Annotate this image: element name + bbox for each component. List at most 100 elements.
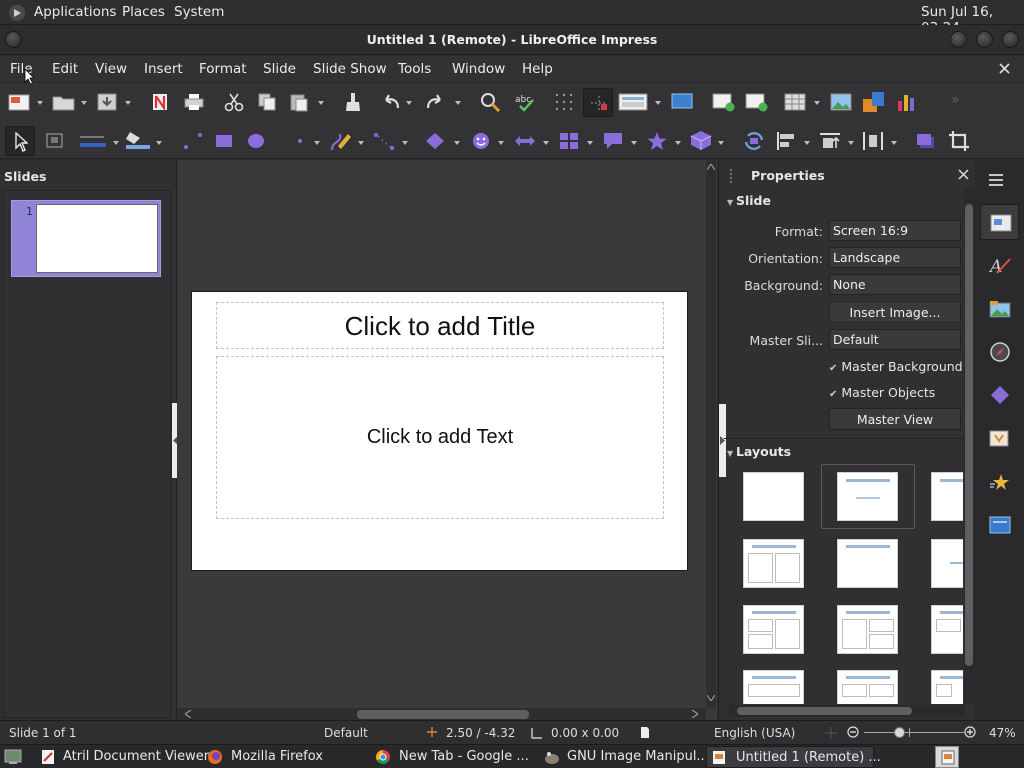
connectors-dropdown-icon[interactable] [402, 141, 408, 145]
3d-dropdown-icon[interactable] [718, 141, 724, 145]
flowchart-dropdown-icon[interactable] [587, 141, 593, 145]
layouts-section-header[interactable]: ▼ Layouts [727, 444, 791, 459]
save-dropdown-icon[interactable] [125, 101, 131, 105]
scroll-right-icon[interactable] [692, 710, 698, 718]
master-objects-checkbox[interactable]: ✔ Master Objects [829, 385, 935, 400]
layout-title-6-content[interactable] [931, 670, 963, 704]
vertical-scrollbar[interactable] [706, 160, 716, 708]
curves-dropdown-icon[interactable] [358, 141, 364, 145]
table-dropdown-icon[interactable] [814, 101, 820, 105]
menu-slide[interactable]: Slide [263, 61, 296, 77]
shadow-icon[interactable] [915, 132, 937, 150]
gallery-deck-button[interactable] [980, 291, 1019, 327]
master-background-checkbox[interactable]: ✔ Master Background [829, 359, 963, 374]
system-menu[interactable]: System [174, 4, 224, 20]
zoom-slider-thumb[interactable] [894, 727, 905, 738]
layout-title-4-content[interactable] [837, 670, 898, 704]
copy-icon[interactable] [257, 93, 277, 111]
content-placeholder[interactable]: Click to add Text [216, 356, 664, 519]
align-dropdown-icon[interactable] [804, 141, 810, 145]
master-slide-select[interactable]: Default [829, 329, 961, 350]
layout-two-content[interactable] [743, 539, 804, 588]
arrange-dropdown-icon[interactable] [848, 141, 854, 145]
fill-color-dropdown-icon[interactable] [156, 141, 162, 145]
taskbar-chrome[interactable]: New Tab - Google ... [399, 749, 529, 764]
start-slideshow-icon[interactable] [671, 93, 693, 109]
layout-title-2-content-over[interactable] [931, 605, 963, 654]
callout-shapes-icon[interactable] [602, 131, 624, 151]
3d-objects-icon[interactable] [689, 129, 713, 151]
callout-dropdown-icon[interactable] [631, 141, 637, 145]
sidebar-menu-icon[interactable] [987, 172, 1005, 188]
arrange-icon[interactable] [818, 130, 842, 152]
zoom-pan-icon[interactable] [46, 133, 64, 149]
symbol-shapes-icon[interactable] [470, 131, 492, 151]
open-dropdown-icon[interactable] [81, 101, 87, 105]
format-select[interactable]: Screen 16:9 [829, 220, 961, 241]
minimize-button[interactable] [950, 31, 967, 48]
sidebar-scroll-thumb[interactable] [965, 204, 973, 666]
save-icon[interactable] [97, 93, 117, 111]
close-sidebar-icon[interactable] [958, 169, 969, 180]
flowchart-icon[interactable] [558, 131, 580, 151]
layout-title-content[interactable] [837, 472, 898, 521]
horizontal-scrollbar[interactable] [177, 708, 706, 720]
workspace-switcher[interactable] [935, 746, 959, 768]
curves-polygons-icon[interactable] [328, 130, 354, 152]
layout-title-2-content-content[interactable] [743, 605, 804, 654]
master-view-button[interactable]: Master View [829, 408, 961, 430]
rotate-icon[interactable] [742, 130, 766, 152]
shapes-deck-button[interactable] [980, 507, 1019, 543]
paste-icon[interactable] [289, 92, 309, 112]
menu-edit[interactable]: Edit [52, 61, 78, 77]
insert-image-icon[interactable] [830, 92, 852, 112]
block-arrows-dropdown-icon[interactable] [543, 141, 549, 145]
rectangle-tool-icon[interactable] [214, 133, 234, 149]
toolbar-overflow-icon[interactable]: » [951, 92, 960, 108]
slide-layout-icon[interactable] [618, 93, 648, 111]
places-menu[interactable]: Places [122, 4, 165, 20]
insert-media-icon[interactable] [862, 91, 886, 113]
insert-chart-icon[interactable] [896, 92, 918, 112]
layout-title-only[interactable] [931, 472, 963, 521]
redo-icon[interactable] [424, 92, 446, 112]
menu-insert[interactable]: Insert [144, 61, 183, 77]
zoom-in-icon[interactable] [964, 726, 976, 738]
taskbar-gimp[interactable]: GNU Image Manipul... [567, 749, 709, 764]
master-slides-deck-button[interactable] [980, 464, 1019, 500]
zoom-slider-track[interactable] [864, 732, 964, 733]
new-slide-icon[interactable] [712, 92, 736, 112]
layout-title-content-over-content[interactable] [743, 670, 804, 704]
language-status[interactable]: English (USA) [714, 726, 795, 740]
document-modified-icon[interactable] [640, 726, 650, 739]
basic-shapes-dropdown-icon[interactable] [454, 141, 460, 145]
new-dropdown-icon[interactable] [37, 101, 43, 105]
menu-window[interactable]: Window [452, 61, 505, 77]
layout-centered-text[interactable] [931, 539, 963, 588]
cut-icon[interactable] [224, 92, 244, 112]
close-window-button[interactable] [1002, 31, 1019, 48]
line-color-icon[interactable] [78, 133, 110, 149]
slide-thumbnail-1[interactable]: 1 [11, 200, 161, 277]
new-document-icon[interactable] [8, 93, 30, 111]
scroll-down-icon[interactable] [707, 695, 715, 701]
title-placeholder[interactable]: Click to add Title [216, 302, 664, 349]
lines-dropdown-icon[interactable] [314, 141, 320, 145]
scroll-up-icon[interactable] [707, 164, 715, 170]
print-icon[interactable] [184, 93, 204, 111]
symbol-shapes-dropdown-icon[interactable] [498, 141, 504, 145]
undo-dropdown-icon[interactable] [406, 101, 412, 105]
stars-dropdown-icon[interactable] [675, 141, 681, 145]
menu-slide-show[interactable]: Slide Show [313, 61, 387, 77]
master-page-status[interactable]: Default [324, 726, 368, 740]
background-select[interactable]: None [829, 274, 961, 295]
insert-image-button[interactable]: Insert Image... [829, 301, 961, 323]
menu-format[interactable]: Format [199, 61, 247, 77]
taskbar-impress-active[interactable]: Untitled 1 (Remote) ... [706, 746, 881, 768]
fill-color-icon[interactable] [124, 130, 154, 150]
open-folder-icon[interactable] [52, 93, 76, 111]
layouts-horizontal-scrollbar[interactable] [729, 705, 965, 717]
slide-transition-deck-button[interactable] [980, 421, 1019, 457]
insert-table-icon[interactable] [784, 92, 806, 112]
close-document-icon[interactable] [998, 62, 1011, 75]
